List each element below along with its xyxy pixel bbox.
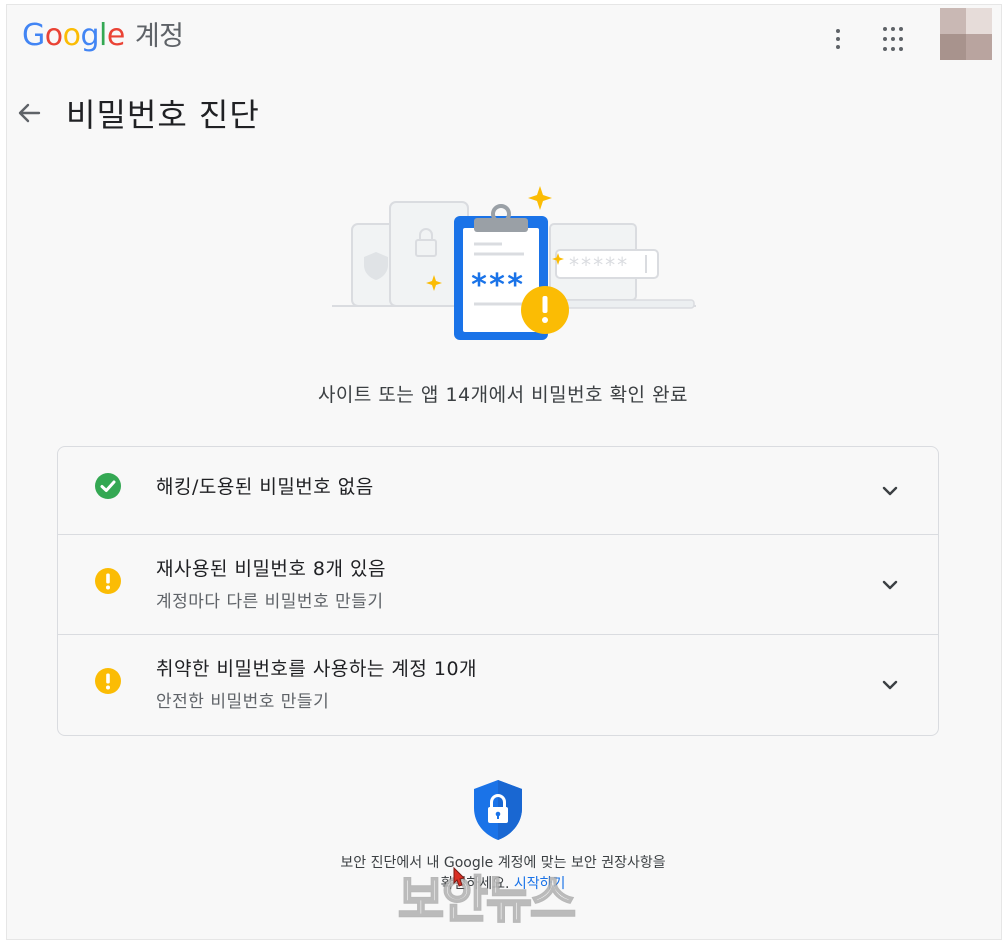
chevron-down-icon[interactable] [878, 573, 902, 597]
news-watermark: 보안뉴스 [397, 870, 577, 930]
result-title: 취약한 비밀번호를 사용하는 계정 10개 [156, 658, 478, 680]
avatar[interactable] [940, 8, 992, 60]
svg-text:***: *** [470, 268, 524, 303]
warning-circle-icon [95, 568, 121, 594]
logo-suffix: 계정 [134, 21, 184, 52]
result-row-reused[interactable]: 재사용된 비밀번호 8개 있음 계정마다 다른 비밀번호 만들기 [58, 534, 938, 634]
result-row-weak[interactable]: 취약한 비밀번호를 사용하는 계정 10개 안전한 비밀번호 만들기 [58, 634, 938, 735]
chevron-down-icon[interactable] [878, 673, 902, 697]
more-options-icon[interactable] [824, 22, 852, 56]
result-subtitle: 계정마다 다른 비밀번호 만들기 [156, 592, 384, 612]
security-shield-lock-icon [474, 780, 522, 840]
warning-circle-icon [95, 668, 121, 694]
result-title: 재사용된 비밀번호 8개 있음 [156, 558, 386, 580]
mouse-cursor-icon [453, 866, 465, 887]
svg-text:*****: ***** [568, 253, 628, 277]
results-card: 해킹/도용된 비밀번호 없음 재사용된 비밀번호 8개 있음 계정마다 다른 비… [57, 446, 939, 736]
result-subtitle: 안전한 비밀번호 만들기 [156, 692, 330, 712]
google-account-logo[interactable]: Google 계정 [22, 14, 184, 53]
google-apps-icon[interactable] [883, 27, 909, 53]
back-arrow-icon[interactable] [14, 98, 44, 128]
result-row-compromised[interactable]: 해킹/도용된 비밀번호 없음 [58, 447, 938, 533]
password-checkup-illustration: ***** *** [332, 186, 696, 340]
check-circle-icon [95, 473, 121, 499]
page-title: 비밀번호 진단 [66, 96, 260, 134]
checkup-summary: 사이트 또는 앱 14개에서 비밀번호 확인 완료 [317, 384, 689, 406]
result-title: 해킹/도용된 비밀번호 없음 [156, 476, 374, 498]
chevron-down-icon[interactable] [878, 479, 902, 503]
